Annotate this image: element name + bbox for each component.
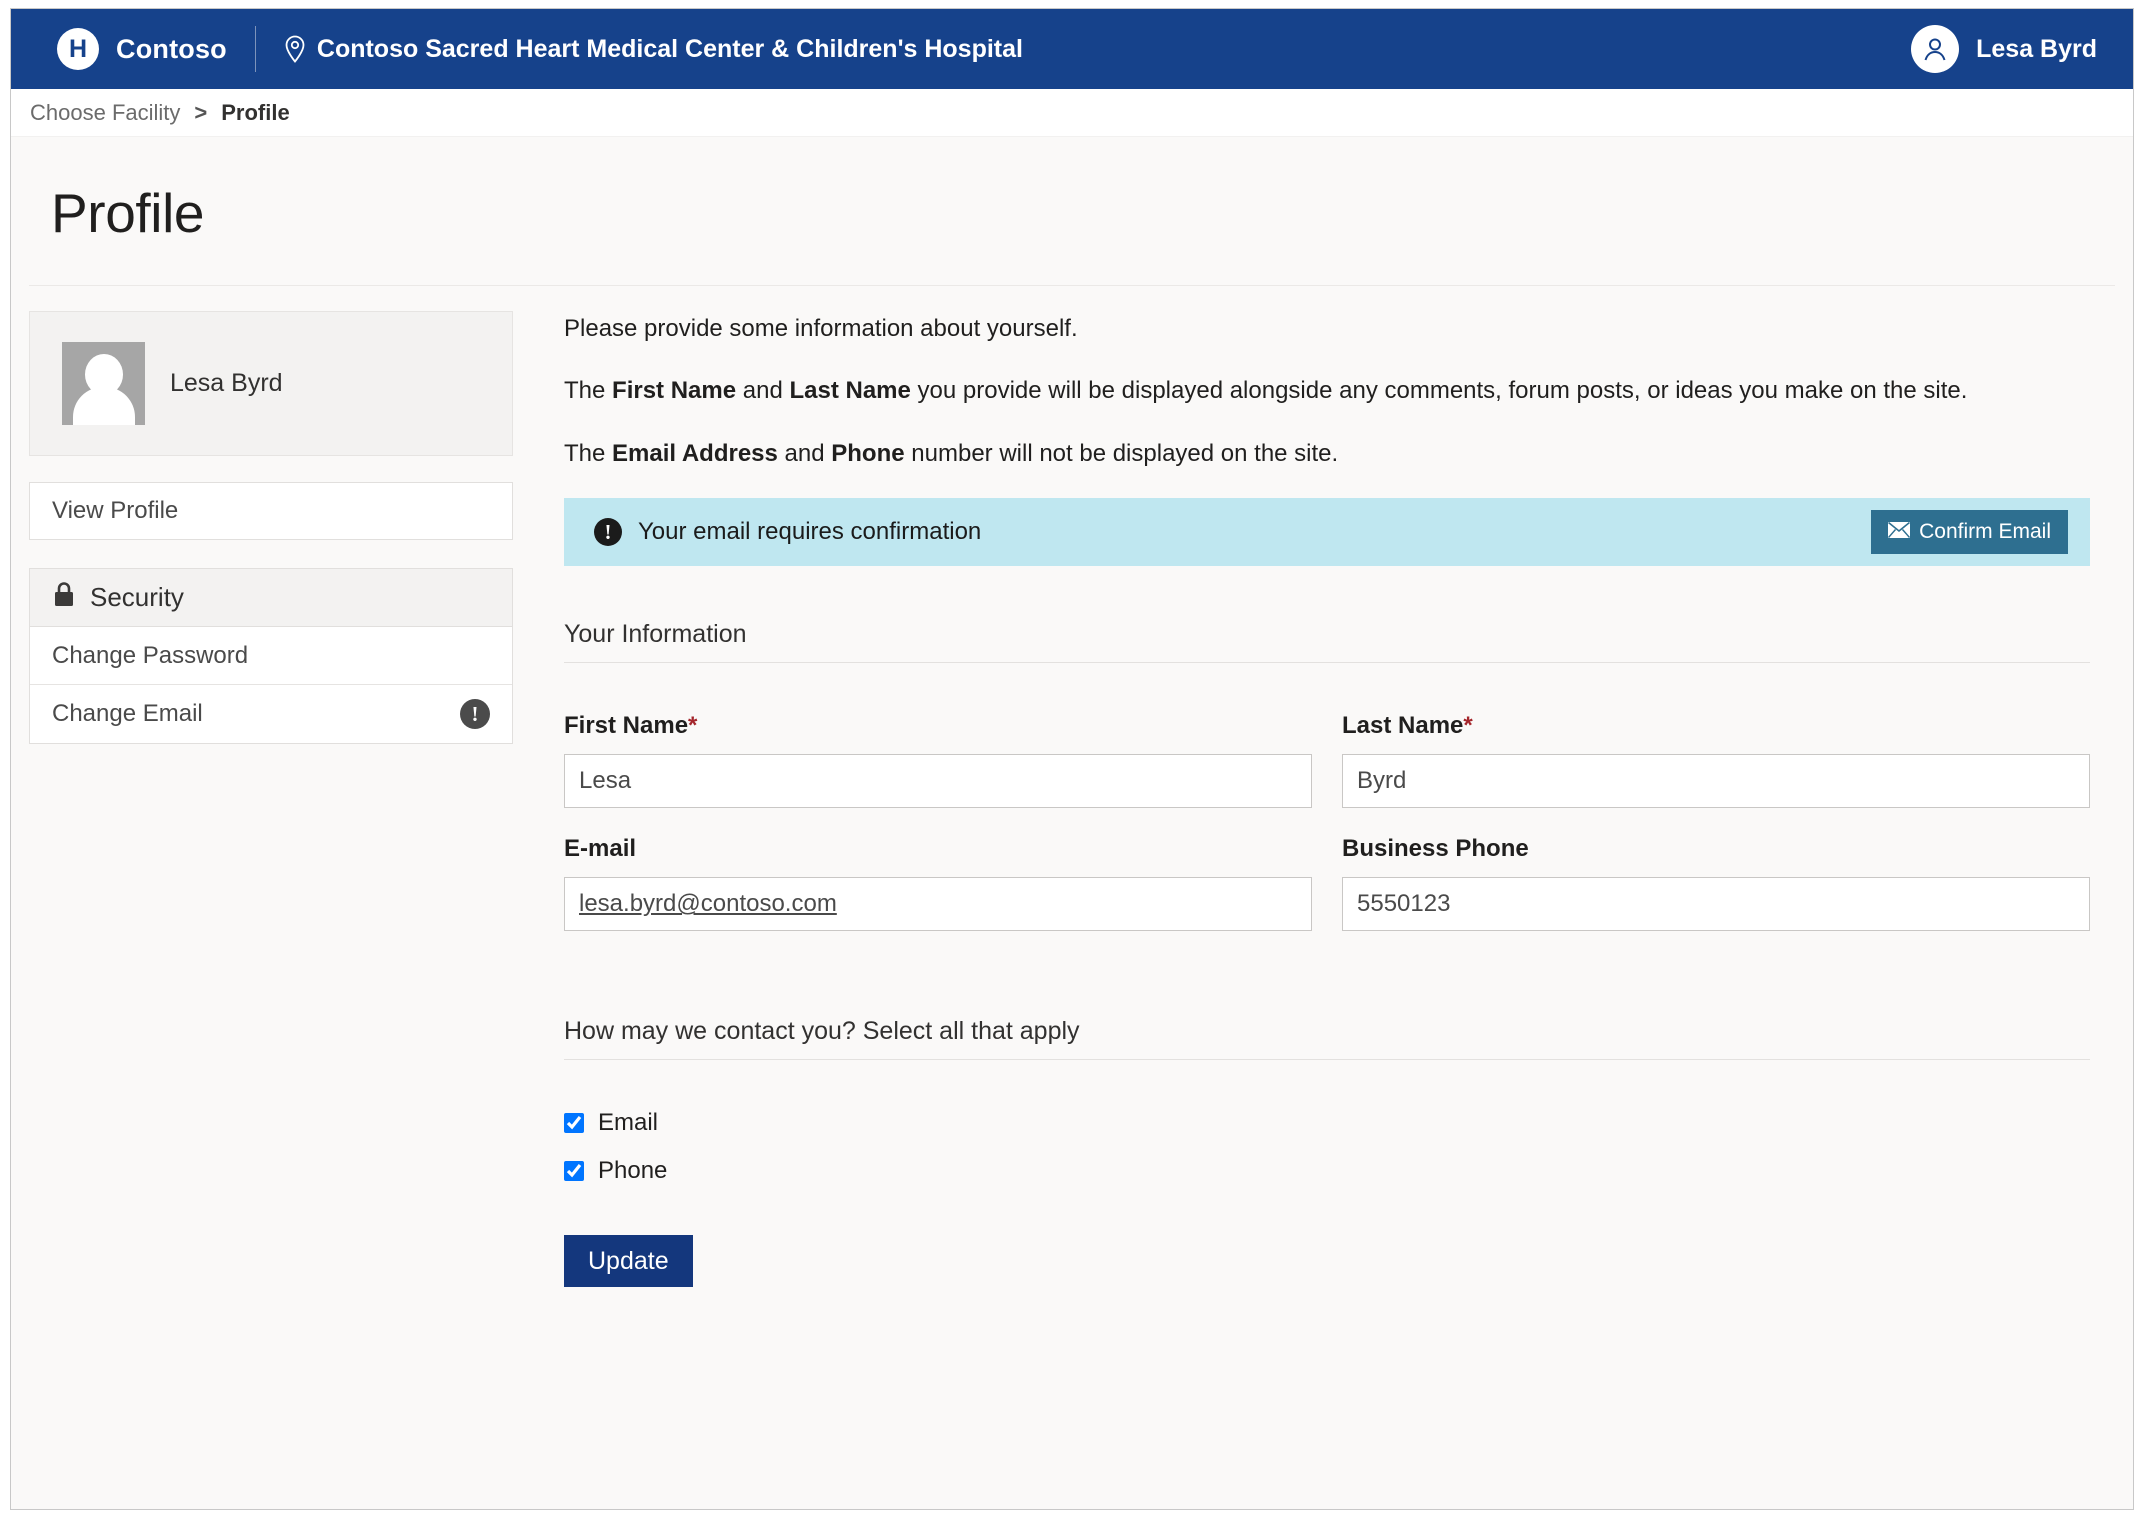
update-button[interactable]: Update [564,1235,693,1288]
email-input[interactable] [564,877,1312,932]
p3-email-address: Email Address [612,439,778,467]
business-phone-label: Business Phone [1342,835,1529,863]
exclamation-icon: ! [460,699,490,729]
first-name-input[interactable] [564,754,1312,809]
user-name-label: Lesa Byrd [1976,34,2097,63]
contact-row: E-mail Business Phone [564,835,2090,958]
p3-d: number will not be displayed on the site… [904,439,1339,467]
profile-card: Lesa Byrd [29,311,513,456]
security-heading: Security [90,582,184,612]
p3-a: The [564,439,613,467]
header-divider [254,26,256,72]
page-title-area: Profile [11,137,2133,245]
sidebar-item-view-profile[interactable]: View Profile [29,482,513,540]
contact-preference-legend: How may we contact you? Select all that … [564,1017,2090,1061]
alert-message: Your email requires confirmation [638,518,982,546]
your-information-legend: Your Information [564,620,2090,664]
contact-email-checkbox[interactable] [564,1113,584,1134]
p3-phone: Phone [831,439,905,467]
p2-first-name: First Name [612,377,737,405]
contact-phone-checkbox[interactable] [564,1161,584,1182]
page-title: Profile [51,182,205,244]
contact-option-email[interactable]: Email [564,1109,2090,1137]
last-name-label-text: Last Name [1342,712,1464,740]
p2-d: you provide will be displayed alongside … [910,377,1968,405]
p2-c: and [736,377,790,405]
change-password-label: Change Password [52,641,249,669]
facility-selector[interactable]: Contoso Sacred Heart Medical Center & Ch… [284,35,1023,64]
brand-name: Contoso [116,33,227,64]
sidebar: Lesa Byrd View Profile Security Change P… [29,311,513,1287]
p3-c: and [777,439,832,467]
sidebar-item-change-password[interactable]: Change Password [30,627,512,685]
p2-last-name: Last Name [789,377,911,405]
contact-phone-label: Phone [598,1157,668,1185]
business-phone-input[interactable] [1342,877,2090,932]
user-menu[interactable]: Lesa Byrd [1911,25,2097,73]
brand-area[interactable]: H Contoso [57,28,227,70]
app-window: H Contoso Contoso Sacred Heart Medical C… [10,8,2134,1510]
last-name-label: Last Name* [1342,712,2090,740]
breadcrumb-separator: > [194,99,208,125]
confirm-email-label: Confirm Email [1919,520,2051,544]
first-name-label-text: First Name [564,712,689,740]
logo-letter: H [68,34,88,63]
last-name-required-mark: * [1463,712,1473,740]
first-name-required-mark: * [688,712,698,740]
avatar [1911,25,1960,73]
contact-email-label: Email [598,1109,659,1137]
top-navigation-bar: H Contoso Contoso Sacred Heart Medical C… [11,9,2133,89]
name-row: First Name* Last Name* [564,712,2090,835]
alert-exclamation-icon: ! [594,518,622,547]
view-profile-label: View Profile [52,497,179,524]
email-label: E-mail [564,835,637,863]
last-name-input[interactable] [1342,754,2090,809]
intro-paragraph-3: The Email Address and Phone number will … [564,436,2090,472]
breadcrumb-item-choose-facility[interactable]: Choose Facility [30,100,180,126]
hospital-logo-icon: H [57,28,99,70]
contact-option-phone[interactable]: Phone [564,1157,2090,1185]
p2-a: The [564,377,613,405]
facility-name: Contoso Sacred Heart Medical Center & Ch… [316,34,1023,63]
breadcrumb: Choose Facility > Profile [11,89,2133,137]
profile-card-name: Lesa Byrd [170,369,283,397]
profile-avatar-image [62,342,145,425]
first-name-field: First Name* [564,712,1312,809]
intro-paragraph-2: The First Name and Last Name you provide… [564,373,2090,409]
email-field: E-mail [564,835,1312,932]
envelope-icon [1888,520,1911,544]
change-email-label: Change Email [52,700,203,727]
content-columns: Lesa Byrd View Profile Security Change P… [11,286,2133,1288]
confirm-email-button[interactable]: Confirm Email [1871,510,2068,555]
last-name-field: Last Name* [1342,712,2090,809]
sidebar-item-change-email[interactable]: Change Email ! [30,685,512,743]
location-pin-icon [284,35,306,63]
lock-icon [52,580,76,615]
main-content: Please provide some information about yo… [513,311,2115,1288]
security-group: Security Change Password Change Email ! [29,568,513,744]
breadcrumb-item-profile: Profile [221,99,290,125]
email-confirmation-banner: ! Your email requires confirmation Confi… [564,498,2090,567]
security-group-header: Security [30,569,512,627]
first-name-label: First Name* [564,712,1312,740]
business-phone-field: Business Phone [1342,835,2090,932]
intro-paragraph-1: Please provide some information about yo… [564,315,1078,342]
